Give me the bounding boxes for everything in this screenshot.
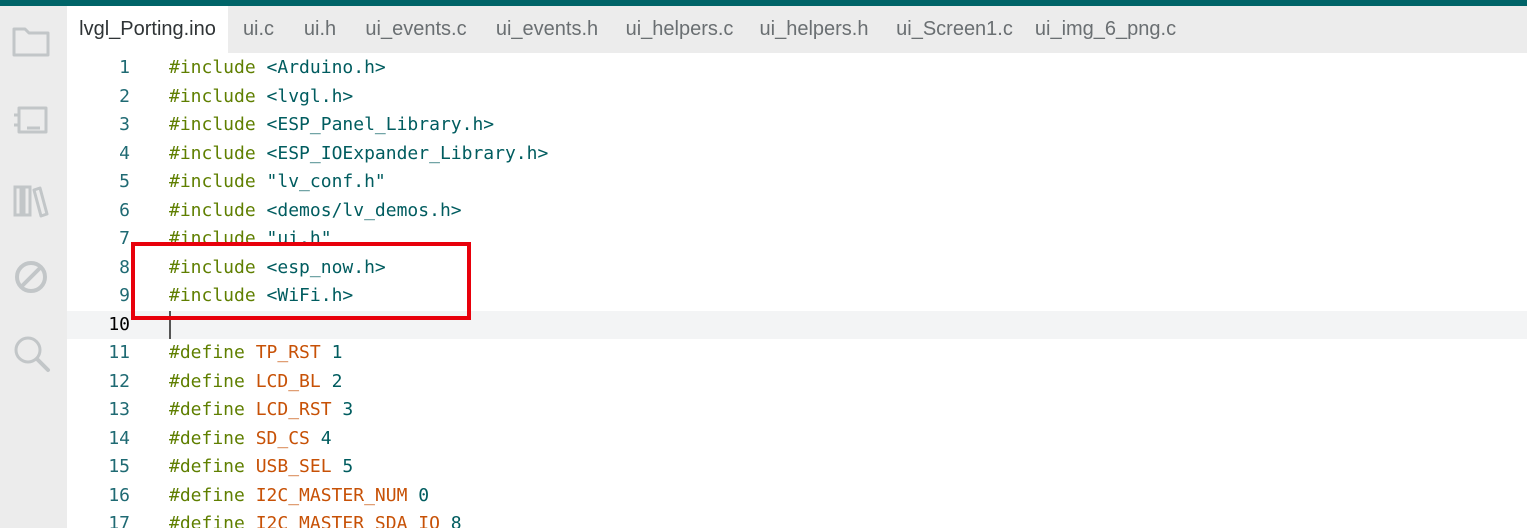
tab-lvgl-porting-ino[interactable]: lvgl_Porting.ino xyxy=(67,6,228,53)
line-number: 16 xyxy=(108,485,130,506)
line-number: 1 xyxy=(119,57,130,78)
tab-ui-events-c[interactable]: ui_events.c xyxy=(351,6,481,53)
code-line[interactable]: 11 #define TP_RST 1 xyxy=(67,339,1527,367)
line-text: #include <Arduino.h> xyxy=(169,57,386,78)
line-text: #include <esp_now.h> xyxy=(169,257,386,278)
activity-bar xyxy=(0,6,67,528)
line-number: 10 xyxy=(108,314,130,335)
line-text: #include <demos/lv_demos.h> xyxy=(169,200,462,221)
line-text: #include <lvgl.h> xyxy=(169,86,354,107)
line-number: 5 xyxy=(119,171,130,192)
code-line[interactable]: 12 #define LCD_BL 2 xyxy=(67,368,1527,396)
line-text: #define SD_CS 4 xyxy=(169,428,332,449)
code-line[interactable]: 9 #include <WiFi.h> xyxy=(67,282,1527,310)
code-editor[interactable]: 1 #include <Arduino.h> 2 #include <lvgl.… xyxy=(67,53,1527,528)
tab-ui-helpers-h[interactable]: ui_helpers.h xyxy=(746,6,882,53)
line-number: 6 xyxy=(119,200,130,221)
folder-icon[interactable] xyxy=(10,20,52,62)
tab-ui-screen1-c[interactable]: ui_Screen1.c xyxy=(882,6,1027,53)
code-line[interactable]: 3 #include <ESP_Panel_Library.h> xyxy=(67,111,1527,139)
line-text: #define LCD_RST 3 xyxy=(169,399,354,420)
line-number: 7 xyxy=(119,228,130,249)
line-text: #define I2C_MASTER_NUM 0 xyxy=(169,485,430,506)
library-icon[interactable] xyxy=(10,180,52,222)
code-line[interactable]: 1 #include <Arduino.h> xyxy=(67,54,1527,82)
line-text: #include <WiFi.h> xyxy=(169,285,354,306)
line-text: #define I2C_MASTER_SDA_IO 8 xyxy=(169,513,462,528)
tab-ui-events-h[interactable]: ui_events.h xyxy=(481,6,613,53)
tab-ui-img-6-png-c[interactable]: ui_img_6_png.c xyxy=(1027,6,1184,53)
code-line[interactable]: 5 #include "lv_conf.h" xyxy=(67,168,1527,196)
line-text: #define LCD_BL 2 xyxy=(169,371,343,392)
line-text: #include "lv_conf.h" xyxy=(169,171,386,192)
code-line[interactable]: 16 #define I2C_MASTER_NUM 0 xyxy=(67,482,1527,510)
line-number: 9 xyxy=(119,285,130,306)
tab-ui-c[interactable]: ui.c xyxy=(228,6,289,53)
line-number: 3 xyxy=(119,114,130,135)
line-number: 15 xyxy=(108,456,130,477)
text-cursor xyxy=(169,311,171,339)
code-line[interactable]: 2 #include <lvgl.h> xyxy=(67,83,1527,111)
line-text: #define TP_RST 1 xyxy=(169,342,343,363)
line-text: #define USB_SEL 5 xyxy=(169,456,354,477)
board-manager-icon[interactable] xyxy=(10,100,52,142)
line-number: 4 xyxy=(119,143,130,164)
code-line-current[interactable]: 10 xyxy=(67,311,1527,339)
line-number: 14 xyxy=(108,428,130,449)
code-line[interactable]: 13 #define LCD_RST 3 xyxy=(67,396,1527,424)
tab-bar: lvgl_Porting.ino ui.c ui.h ui_events.c u… xyxy=(67,6,1527,53)
line-number: 12 xyxy=(108,371,130,392)
debug-icon[interactable] xyxy=(10,256,52,298)
code-line[interactable]: 7 #include "ui.h" xyxy=(67,225,1527,253)
line-text: #include <ESP_Panel_Library.h> xyxy=(169,114,495,135)
line-number: 11 xyxy=(108,342,130,363)
code-line[interactable]: 4 #include <ESP_IOExpander_Library.h> xyxy=(67,140,1527,168)
line-number: 2 xyxy=(119,86,130,107)
tab-ui-h[interactable]: ui.h xyxy=(289,6,351,53)
code-line[interactable]: 8 #include <esp_now.h> xyxy=(67,254,1527,282)
code-line[interactable]: 6 #include <demos/lv_demos.h> xyxy=(67,197,1527,225)
line-text: #include <ESP_IOExpander_Library.h> xyxy=(169,143,549,164)
line-number: 13 xyxy=(108,399,130,420)
line-text: #include "ui.h" xyxy=(169,228,332,249)
code-line[interactable]: 15 #define USB_SEL 5 xyxy=(67,453,1527,481)
line-number: 17 xyxy=(108,513,130,528)
search-icon[interactable] xyxy=(10,332,52,374)
code-line[interactable]: 17 #define I2C_MASTER_SDA_IO 8 xyxy=(67,510,1527,528)
code-line[interactable]: 14 #define SD_CS 4 xyxy=(67,425,1527,453)
tab-ui-helpers-c[interactable]: ui_helpers.c xyxy=(613,6,746,53)
line-number: 8 xyxy=(119,257,130,278)
arduino-ide-window: lvgl_Porting.ino ui.c ui.h ui_events.c u… xyxy=(0,0,1527,528)
